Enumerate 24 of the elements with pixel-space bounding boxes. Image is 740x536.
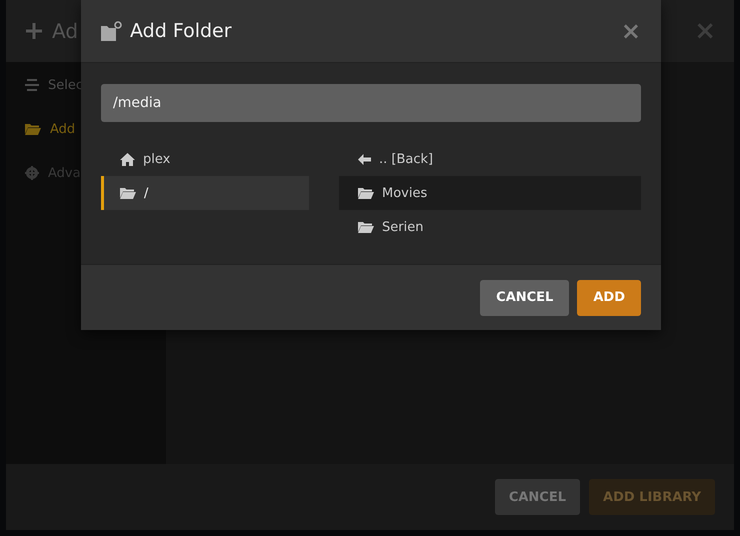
location-item[interactable]: /: [101, 176, 309, 210]
add-button[interactable]: ADD: [577, 280, 641, 316]
cancel-button[interactable]: CANCEL: [480, 280, 570, 316]
plus-icon: [26, 23, 42, 39]
sidebar-item[interactable]: Add: [25, 118, 76, 140]
close-button[interactable]: ×: [620, 17, 641, 45]
folder-icon: [358, 221, 374, 233]
path-field[interactable]: /media: [101, 84, 641, 122]
folder-item[interactable]: .. [Back]: [339, 142, 641, 176]
folder-icon: [358, 187, 374, 199]
list-icon: [25, 79, 39, 91]
gear-icon: [25, 166, 39, 180]
modal-title: Add Folder: [130, 20, 232, 42]
home-icon: [120, 152, 135, 166]
dialog-title: Ad: [52, 19, 78, 43]
folder-icon: [120, 187, 136, 199]
cancel-button[interactable]: CANCEL: [494, 479, 580, 515]
folder-plus-icon: [101, 21, 123, 41]
folder-item[interactable]: Serien: [339, 210, 641, 244]
folder-icon: [25, 123, 41, 135]
arrow-left-icon: [358, 154, 371, 164]
location-item[interactable]: plex: [101, 142, 309, 176]
folder-item[interactable]: Movies: [339, 176, 641, 210]
sidebar-item[interactable]: Selec: [25, 74, 84, 96]
